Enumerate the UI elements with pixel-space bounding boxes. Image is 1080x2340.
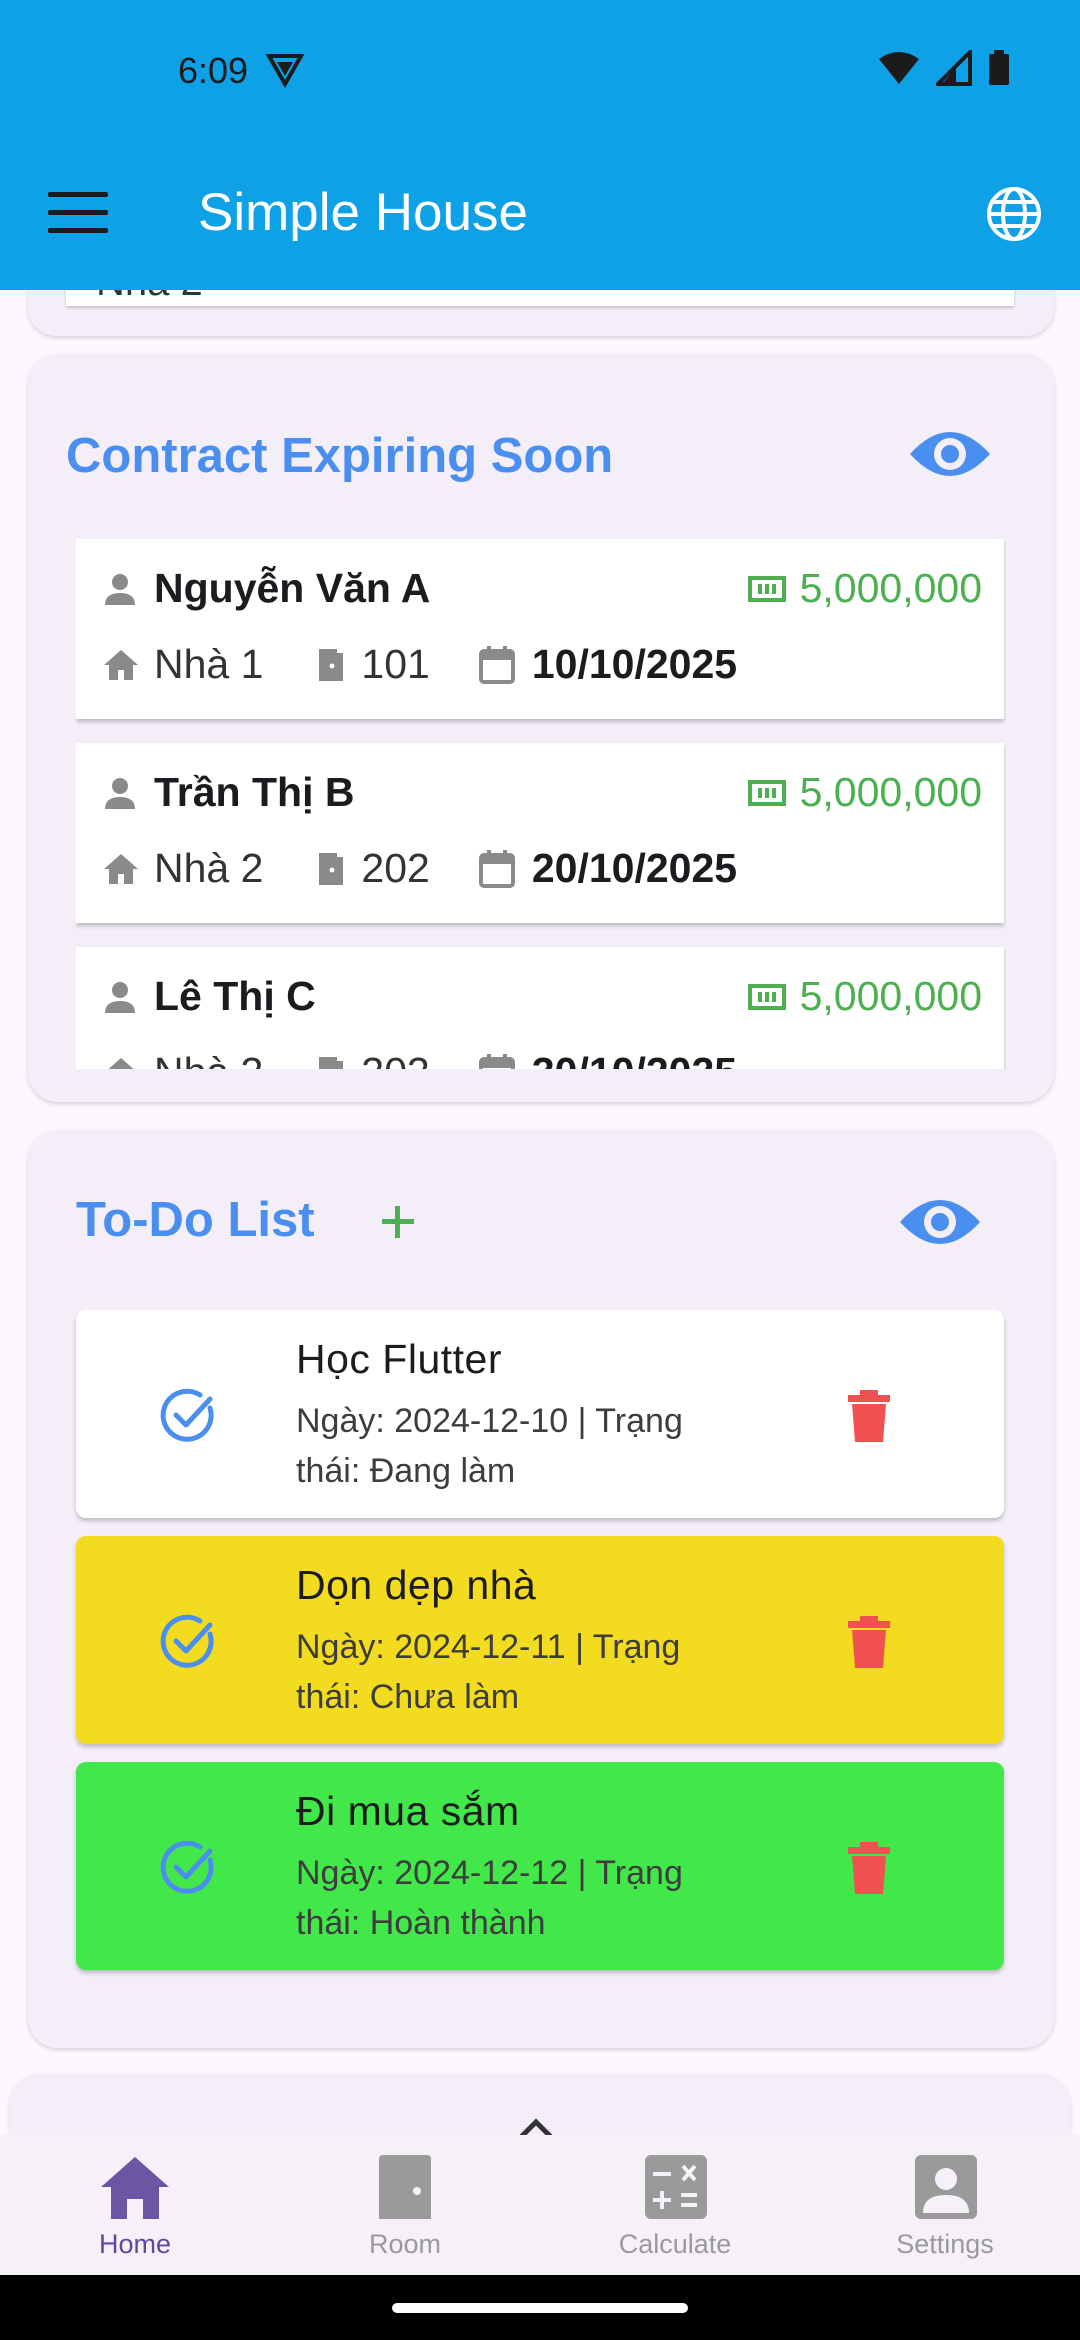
contract-expiring-section: Contract Expiring Soon Nguyễn Văn A 5,00… [28, 354, 1054, 1102]
nav-label: Calculate [618, 2229, 732, 2259]
nav-item-home[interactable]: Home [0, 2135, 270, 2275]
calculator-icon [645, 2155, 707, 2219]
todo-title: Dọn dẹp nhà [296, 1562, 537, 1608]
nav-label: Room [368, 2229, 442, 2259]
home-icon [101, 2157, 169, 2219]
app-title: Simple House [198, 183, 528, 242]
todo-section: To-Do List Học Flutter Ngày: 2024-12-10 … [28, 1130, 1054, 2048]
status-icons [878, 50, 1010, 86]
contract-section-title: Contract Expiring Soon [66, 429, 614, 483]
room-summary-card: Nhà 2 [28, 290, 1054, 336]
room-summary-item[interactable]: Nhà 2 [66, 290, 1014, 306]
calendar-icon [478, 645, 515, 684]
menu-icon[interactable] [48, 192, 108, 238]
rent-amount: 5,000,000 [799, 769, 982, 815]
add-icon[interactable] [368, 1192, 428, 1252]
nav-item-settings[interactable]: Settings [810, 2135, 1080, 2275]
person-icon [105, 981, 135, 1013]
eye-icon[interactable] [898, 1192, 982, 1252]
tenant-name: Nguyễn Văn A [154, 565, 431, 611]
todo-title: Học Flutter [296, 1336, 502, 1382]
house-label: Nhà 3 [154, 1049, 263, 1069]
house-label: Nhà 2 [154, 845, 264, 891]
expiry-date: 10/10/2025 [531, 641, 738, 687]
nav-label: Home [98, 2229, 172, 2259]
nav-item-room[interactable]: Room [270, 2135, 540, 2275]
money-icon [747, 575, 786, 602]
todo-title: Đi mua sắm [296, 1788, 520, 1834]
door-icon [319, 852, 344, 885]
check-circle-icon[interactable] [158, 1612, 218, 1672]
todo-meta: Ngày: 2024-12-12 | Trạng thái: Hoàn thàn… [296, 1854, 683, 1942]
account-box-icon [915, 2155, 977, 2219]
contract-item[interactable]: Nguyễn Văn A 5,000,000 Nhà 1 101 10/10/2… [76, 539, 1004, 719]
vpn-icon [265, 54, 305, 88]
home-content[interactable]: Nhà 2 Contract Expiring Soon Nguyễn Văn … [0, 290, 1080, 2135]
system-navigation-bar [0, 2275, 1080, 2340]
home-icon [107, 1057, 135, 1069]
wifi-icon [879, 52, 919, 84]
money-icon [747, 983, 786, 1010]
expiry-date: 20/10/2025 [531, 845, 738, 891]
trash-icon[interactable] [846, 1388, 892, 1444]
todo-item[interactable]: Dọn dẹp nhà Ngày: 2024-12-11 | Trạng thá… [76, 1536, 1004, 1744]
battery-icon [989, 50, 1009, 85]
todo-meta: Ngày: 2024-12-11 | Trạng thái: Chưa làm [296, 1628, 681, 1716]
room-number: 303 [361, 1049, 429, 1069]
eye-icon[interactable] [908, 424, 992, 484]
check-circle-icon[interactable] [158, 1386, 218, 1446]
nav-item-calculate[interactable]: Calculate [540, 2135, 810, 2275]
signal-icon [936, 50, 972, 86]
toolbar: Simple House [0, 150, 1080, 280]
globe-icon[interactable] [984, 184, 1044, 244]
rent-amount: 5,000,000 [799, 565, 982, 611]
trash-icon[interactable] [846, 1614, 892, 1670]
person-icon [105, 573, 135, 605]
tenant-name: Trần Thị B [154, 769, 355, 815]
todo-meta: Ngày: 2024-12-10 | Trạng thái: Đang làm [296, 1402, 683, 1490]
status-bar: 6:09 [0, 0, 1080, 140]
door-icon [319, 648, 344, 681]
app-bar: 6:09 Simple House [0, 0, 1080, 290]
door-icon [379, 2155, 431, 2219]
room-number: 202 [361, 845, 430, 891]
contract-list[interactable]: Nguyễn Văn A 5,000,000 Nhà 1 101 10/10/2… [76, 539, 1006, 1069]
check-circle-icon[interactable] [158, 1838, 218, 1898]
calendar-icon [478, 849, 515, 888]
house-label: Nhà 2 [96, 290, 203, 305]
expiry-date: 30/10/2025 [532, 1049, 737, 1069]
chevron-up-icon[interactable] [514, 2114, 558, 2135]
house-label: Nhà 1 [154, 641, 264, 687]
door-icon [319, 1056, 344, 1069]
person-icon [105, 777, 135, 809]
nav-label: Settings [896, 2229, 994, 2259]
bottom-navigation: Home Room Calculate Settings [0, 2135, 1080, 2275]
contract-item[interactable]: Lê Thị C 5,000,000 Nhà 3 303 30/10/2025 [76, 947, 1004, 1069]
trash-icon[interactable] [846, 1840, 892, 1896]
calendar-icon [478, 1053, 515, 1069]
home-icon [104, 649, 138, 680]
contract-item[interactable]: Trần Thị B 5,000,000 Nhà 2 202 20/10/202… [76, 743, 1004, 923]
tenant-name: Lê Thị C [154, 973, 316, 1019]
todo-item[interactable]: Học Flutter Ngày: 2024-12-10 | Trạng thá… [76, 1310, 1004, 1518]
home-icon [104, 853, 138, 884]
money-icon [747, 779, 786, 806]
status-time: 6:09 [178, 50, 249, 91]
todo-item[interactable]: Đi mua sắm Ngày: 2024-12-12 | Trạng thái… [76, 1762, 1004, 1970]
next-section-card [10, 2074, 1070, 2135]
room-number: 101 [361, 641, 430, 687]
todo-section-title: To-Do List [76, 1193, 315, 1247]
rent-amount: 5,000,000 [799, 973, 982, 1019]
home-gesture-handle[interactable] [392, 2303, 688, 2313]
